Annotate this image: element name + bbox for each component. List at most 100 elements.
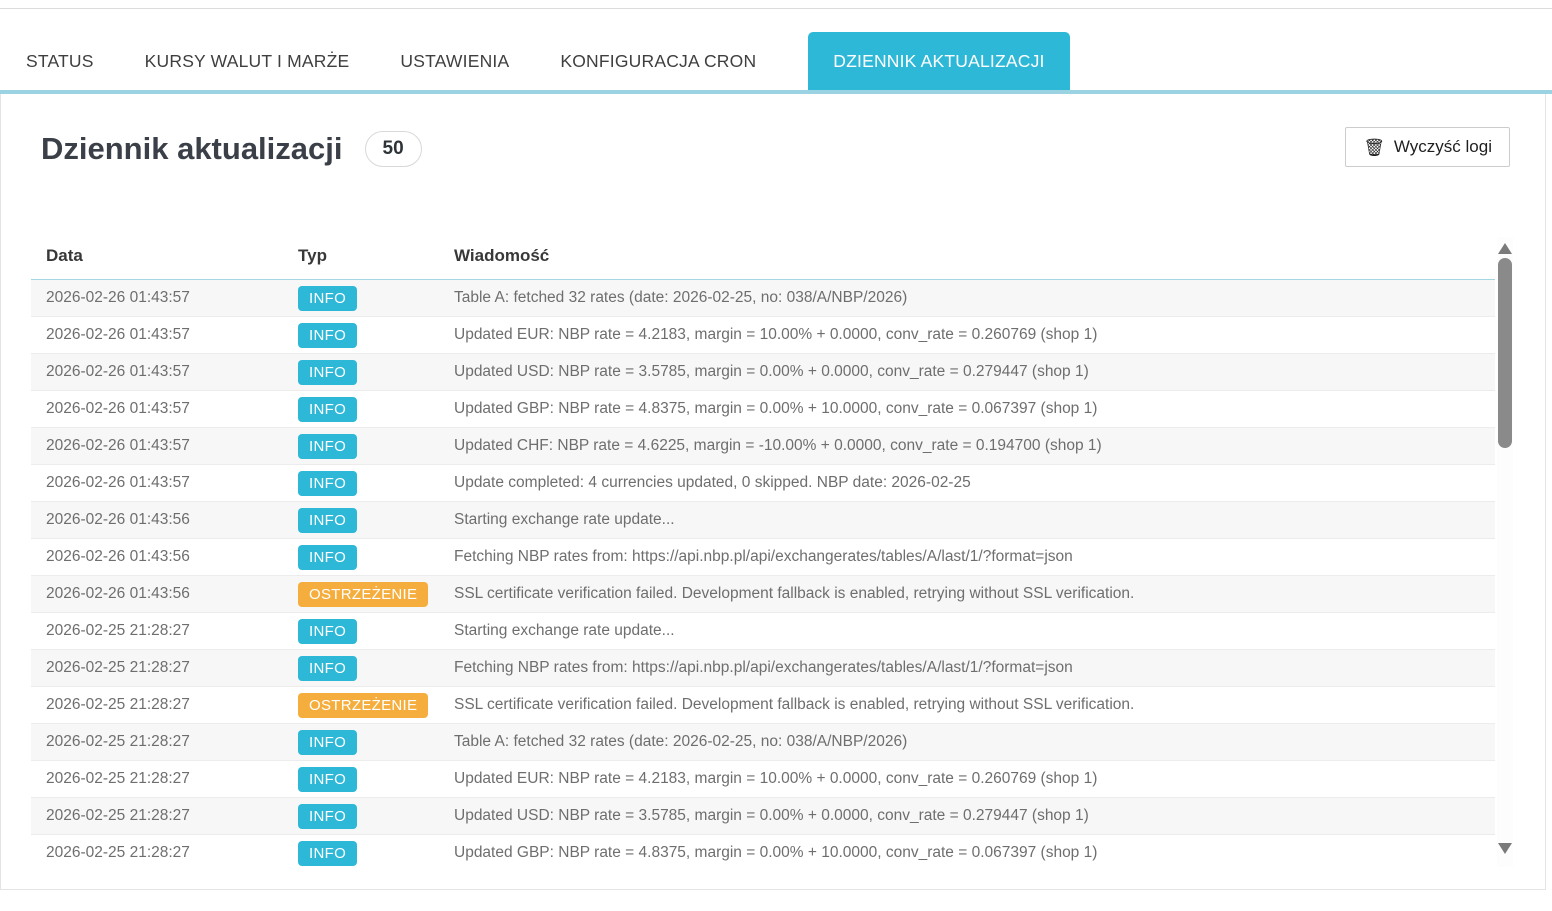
log-type-cell: INFO bbox=[283, 428, 439, 465]
log-table-area: Data Typ Wiadomość 2026-02-26 01:43:57 I… bbox=[31, 237, 1513, 867]
log-table: Data Typ Wiadomość 2026-02-26 01:43:57 I… bbox=[31, 237, 1495, 867]
log-panel: Dziennik aktualizacji 50 🗑 Wyczyść logi … bbox=[0, 94, 1546, 890]
log-type-badge: INFO bbox=[298, 767, 357, 792]
log-type-badge: INFO bbox=[298, 471, 357, 496]
table-row: 2026-02-26 01:43:57 INFO Update complete… bbox=[31, 465, 1495, 502]
trash-icon: 🗑 bbox=[1363, 139, 1385, 156]
table-row: 2026-02-26 01:43:56 INFO Fetching NBP ra… bbox=[31, 539, 1495, 576]
log-date: 2026-02-26 01:43:56 bbox=[31, 576, 283, 613]
log-message: Updated USD: NBP rate = 3.5785, margin =… bbox=[439, 354, 1495, 391]
log-type-cell: INFO bbox=[283, 391, 439, 428]
log-date: 2026-02-26 01:43:56 bbox=[31, 539, 283, 576]
table-row: 2026-02-25 21:28:27 INFO Starting exchan… bbox=[31, 613, 1495, 650]
log-type-cell: INFO bbox=[283, 761, 439, 798]
log-message: Table A: fetched 32 rates (date: 2026-02… bbox=[439, 280, 1495, 317]
column-header-data: Data bbox=[31, 237, 283, 280]
tab-ustawienia[interactable]: USTAWIENIA bbox=[375, 32, 534, 90]
log-type-cell: INFO bbox=[283, 317, 439, 354]
log-type-cell: OSTRZEŻENIE bbox=[283, 576, 439, 613]
table-row: 2026-02-26 01:43:57 INFO Updated CHF: NB… bbox=[31, 428, 1495, 465]
log-date: 2026-02-25 21:28:27 bbox=[31, 650, 283, 687]
log-date: 2026-02-26 01:43:57 bbox=[31, 465, 283, 502]
log-type-badge: INFO bbox=[298, 360, 357, 385]
log-type-cell: INFO bbox=[283, 502, 439, 539]
log-message: Update completed: 4 currencies updated, … bbox=[439, 465, 1495, 502]
log-type-cell: INFO bbox=[283, 539, 439, 576]
log-type-badge: INFO bbox=[298, 434, 357, 459]
scrollbar-up-arrow-icon[interactable] bbox=[1498, 243, 1512, 254]
table-row: 2026-02-25 21:28:27 INFO Updated USD: NB… bbox=[31, 798, 1495, 835]
tab-bar: STATUS KURSY WALUT I MARŻE USTAWIENIA KO… bbox=[0, 32, 1552, 94]
log-type-badge: OSTRZEŻENIE bbox=[298, 693, 428, 718]
scrollbar-thumb[interactable] bbox=[1498, 258, 1512, 448]
vertical-scrollbar[interactable] bbox=[1497, 237, 1513, 867]
log-message: Updated EUR: NBP rate = 4.2183, margin =… bbox=[439, 761, 1495, 798]
table-row: 2026-02-26 01:43:57 INFO Table A: fetche… bbox=[31, 280, 1495, 317]
log-type-cell: INFO bbox=[283, 280, 439, 317]
top-gap bbox=[0, 0, 1552, 8]
log-date: 2026-02-25 21:28:27 bbox=[31, 798, 283, 835]
log-type-badge: INFO bbox=[298, 397, 357, 422]
table-row: 2026-02-25 21:28:27 INFO Updated EUR: NB… bbox=[31, 761, 1495, 798]
table-row: 2026-02-25 21:28:27 INFO Table A: fetche… bbox=[31, 724, 1495, 761]
log-message: SSL certificate verification failed. Dev… bbox=[439, 576, 1495, 613]
tab-status[interactable]: STATUS bbox=[1, 32, 119, 90]
log-message: Fetching NBP rates from: https://api.nbp… bbox=[439, 539, 1495, 576]
log-type-cell: INFO bbox=[283, 650, 439, 687]
log-message: SSL certificate verification failed. Dev… bbox=[439, 687, 1495, 724]
log-type-badge: INFO bbox=[298, 545, 357, 570]
log-date: 2026-02-26 01:43:57 bbox=[31, 428, 283, 465]
log-date: 2026-02-26 01:43:57 bbox=[31, 317, 283, 354]
log-type-cell: OSTRZEŻENIE bbox=[283, 687, 439, 724]
table-row: 2026-02-26 01:43:57 INFO Updated USD: NB… bbox=[31, 354, 1495, 391]
log-message: Updated USD: NBP rate = 3.5785, margin =… bbox=[439, 798, 1495, 835]
panel-header: Dziennik aktualizacji 50 bbox=[1, 94, 1545, 171]
tab-konfiguracja-cron[interactable]: KONFIGURACJA CRON bbox=[535, 32, 781, 90]
log-type-badge: INFO bbox=[298, 286, 357, 311]
log-type-cell: INFO bbox=[283, 465, 439, 502]
table-row: 2026-02-26 01:43:57 INFO Updated EUR: NB… bbox=[31, 317, 1495, 354]
tab-dziennik-aktualizacji[interactable]: DZIENNIK AKTUALIZACJI bbox=[808, 32, 1069, 90]
log-date: 2026-02-26 01:43:57 bbox=[31, 391, 283, 428]
table-row: 2026-02-26 01:43:57 INFO Updated GBP: NB… bbox=[31, 391, 1495, 428]
column-header-wiadomosc: Wiadomość bbox=[439, 237, 1495, 280]
page-title: Dziennik aktualizacji bbox=[41, 127, 343, 171]
log-message: Fetching NBP rates from: https://api.nbp… bbox=[439, 650, 1495, 687]
log-type-badge: INFO bbox=[298, 323, 357, 348]
log-date: 2026-02-26 01:43:56 bbox=[31, 502, 283, 539]
log-message: Updated CHF: NBP rate = 4.6225, margin =… bbox=[439, 428, 1495, 465]
log-message: Starting exchange rate update... bbox=[439, 502, 1495, 539]
log-type-badge: OSTRZEŻENIE bbox=[298, 582, 428, 607]
column-header-typ: Typ bbox=[283, 237, 439, 280]
log-type-cell: INFO bbox=[283, 798, 439, 835]
log-message: Updated GBP: NBP rate = 4.8375, margin =… bbox=[439, 391, 1495, 428]
log-type-badge: INFO bbox=[298, 508, 357, 533]
tab-kursy-walut-i-marze[interactable]: KURSY WALUT I MARŻE bbox=[120, 32, 375, 90]
clear-logs-label: Wyczyść logi bbox=[1394, 137, 1492, 157]
clear-logs-button[interactable]: 🗑 Wyczyść logi bbox=[1345, 127, 1510, 167]
top-divider bbox=[0, 8, 1552, 9]
log-message: Table A: fetched 32 rates (date: 2026-02… bbox=[439, 724, 1495, 761]
log-date: 2026-02-25 21:28:27 bbox=[31, 687, 283, 724]
log-type-cell: INFO bbox=[283, 835, 439, 868]
log-count-badge: 50 bbox=[365, 131, 422, 167]
log-date: 2026-02-25 21:28:27 bbox=[31, 761, 283, 798]
log-type-badge: INFO bbox=[298, 804, 357, 829]
table-row: 2026-02-26 01:43:56 OSTRZEŻENIE SSL cert… bbox=[31, 576, 1495, 613]
table-row: 2026-02-25 21:28:27 INFO Updated GBP: NB… bbox=[31, 835, 1495, 868]
log-date: 2026-02-26 01:43:57 bbox=[31, 280, 283, 317]
log-type-badge: INFO bbox=[298, 730, 357, 755]
log-type-cell: INFO bbox=[283, 613, 439, 650]
table-row: 2026-02-25 21:28:27 OSTRZEŻENIE SSL cert… bbox=[31, 687, 1495, 724]
log-date: 2026-02-25 21:28:27 bbox=[31, 613, 283, 650]
scrollbar-down-arrow-icon[interactable] bbox=[1498, 843, 1512, 854]
log-message: Starting exchange rate update... bbox=[439, 613, 1495, 650]
log-date: 2026-02-25 21:28:27 bbox=[31, 724, 283, 761]
log-type-badge: INFO bbox=[298, 656, 357, 681]
table-row: 2026-02-25 21:28:27 INFO Fetching NBP ra… bbox=[31, 650, 1495, 687]
log-date: 2026-02-26 01:43:57 bbox=[31, 354, 283, 391]
log-type-cell: INFO bbox=[283, 354, 439, 391]
log-message: Updated GBP: NBP rate = 4.8375, margin =… bbox=[439, 835, 1495, 868]
log-type-badge: INFO bbox=[298, 841, 357, 866]
log-type-cell: INFO bbox=[283, 724, 439, 761]
